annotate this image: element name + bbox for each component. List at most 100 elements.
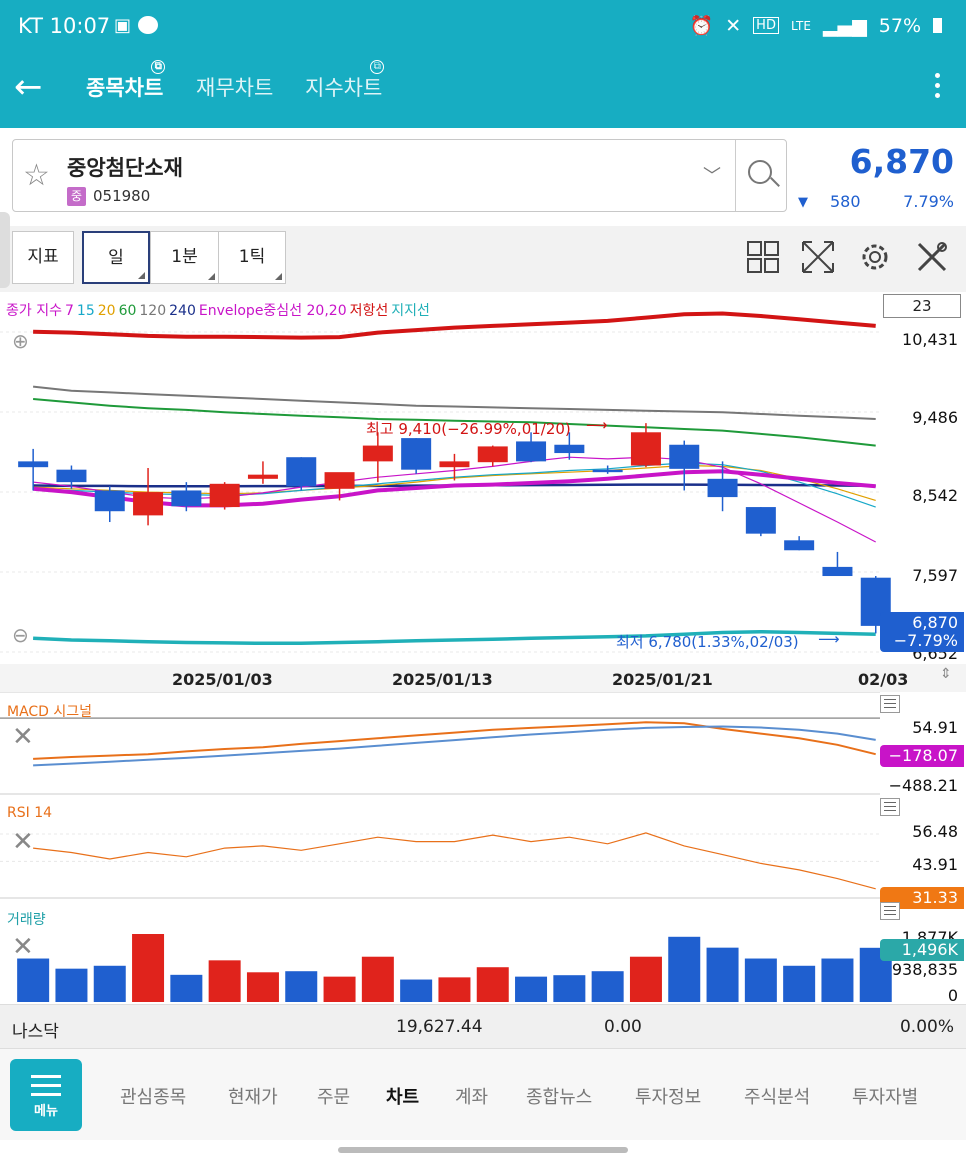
period-day-button[interactable]: 일 — [82, 231, 150, 284]
chart-area[interactable]: 종가 지수 7 15 20 60 120 240 Envelope중심선 20,20 저항선 지지… — [0, 292, 966, 1005]
last-price-label: 6,870 — [912, 613, 958, 632]
volume-bar — [170, 974, 203, 1002]
indicator-button[interactable]: 지표 — [12, 231, 74, 284]
hd-icon: HD — [753, 17, 779, 34]
gallery-icon: ▣ — [114, 15, 132, 36]
price-chart-svg[interactable] — [0, 292, 966, 1004]
nav-item[interactable]: 투자정보 — [635, 1083, 701, 1109]
nav-item[interactable]: 계좌 — [455, 1083, 488, 1109]
y-tick: 7,597 — [912, 566, 958, 585]
hamburger-icon — [31, 1075, 61, 1096]
nav-item[interactable]: 관심종목 — [120, 1083, 186, 1109]
volume-bar — [93, 965, 126, 1002]
close-icon[interactable]: ✕ — [12, 932, 34, 962]
zoom-out-icon[interactable]: ⊖ — [12, 623, 29, 647]
tab-label: 종목차트 — [86, 76, 164, 100]
settings-gear-icon[interactable] — [858, 240, 892, 274]
y-tick: 43.91 — [912, 855, 958, 874]
period-label: 일 — [108, 248, 124, 268]
chart-toolbar: 지표 일 1분 1틱 — [0, 212, 966, 292]
down-triangle-icon: ▼ — [798, 195, 808, 210]
copy-icon: ⧉ — [151, 60, 166, 74]
market-badge: 중 — [67, 187, 86, 206]
candle-body — [171, 490, 202, 507]
candle-body — [592, 469, 623, 473]
copy-icon: ⧉ — [370, 60, 385, 74]
close-icon[interactable]: ✕ — [12, 722, 34, 752]
volume-bar — [591, 971, 624, 1002]
y-tick: 8,542 — [912, 486, 958, 505]
candle-body — [56, 469, 87, 483]
candle-body — [324, 472, 355, 489]
y-tick: 54.91 — [912, 718, 958, 737]
nav-item[interactable]: 종합뉴스 — [526, 1083, 592, 1109]
app-header: ← 종목차트 ⧉ 재무차트 지수차트 ⧉ — [0, 56, 966, 128]
zoom-in-icon[interactable]: ⊕ — [12, 329, 29, 353]
nav-item[interactable]: 차트 — [386, 1083, 419, 1109]
period-tick-button[interactable]: 1틱 — [218, 231, 286, 284]
volume-title: 거래량 — [7, 912, 46, 928]
close-icon[interactable]: ✕ — [12, 827, 34, 857]
y-tick: 0 — [947, 986, 958, 1005]
menu-button[interactable]: 메뉴 — [10, 1059, 82, 1131]
tools-icon[interactable] — [915, 240, 949, 274]
layout-grid-icon[interactable] — [746, 240, 780, 274]
mute-icon: ✕ — [725, 14, 742, 37]
x-tick: 2025/01/21 — [612, 670, 713, 689]
battery-percent: 57% — [878, 14, 921, 37]
x-tick: 2025/01/13 — [392, 670, 493, 689]
y-tick: 938,835 — [891, 960, 958, 979]
macd-last-label: −178.07 — [880, 745, 964, 767]
macd-title: MACD 시그널 — [7, 704, 93, 720]
nav-item[interactable]: 주식분석 — [744, 1083, 810, 1109]
panel-menu-icon[interactable] — [880, 902, 900, 920]
search-icon[interactable] — [735, 140, 787, 211]
scroll-updown-icon[interactable]: ⇕ — [940, 666, 952, 682]
current-price: 6,870 — [849, 142, 954, 181]
tab-index-chart[interactable]: 지수차트 ⧉ — [305, 60, 385, 102]
candle-body — [745, 507, 776, 534]
y-tick: 56.48 — [912, 822, 958, 841]
app-screen: KT 10:07 ▣ ⏰ ✕ HD LTE ▂▄▆ 57% ← 종목차트 ⧉ 재… — [0, 0, 966, 1160]
volume-bar — [629, 956, 662, 1002]
volume-bar — [706, 947, 739, 1002]
candle-body — [669, 444, 700, 469]
volume-bar — [285, 971, 318, 1002]
back-arrow-icon[interactable]: ← — [14, 68, 54, 108]
series-line-ma120 — [32, 385, 876, 420]
stock-search-box[interactable]: ☆ 중앙첨단소재 중 051980 ﹀ — [12, 139, 787, 212]
candle-body — [286, 457, 317, 487]
volume-bar — [400, 979, 433, 1002]
volume-bar — [744, 958, 777, 1002]
candle-body — [94, 490, 125, 512]
fullscreen-icon[interactable] — [801, 240, 835, 274]
nav-item[interactable]: 투자자별 — [852, 1083, 918, 1109]
tab-label: 재무차트 — [196, 76, 274, 100]
minute-label: 1분 — [171, 247, 198, 267]
tab-stock-chart[interactable]: 종목차트 ⧉ — [86, 60, 166, 102]
series-line-resistance — [33, 311, 876, 340]
tick-label: 1틱 — [238, 247, 266, 267]
period-minute-button[interactable]: 1분 — [150, 231, 218, 284]
price-change-percent: 7.79% — [903, 192, 954, 211]
more-menu-icon[interactable] — [922, 68, 952, 112]
nav-item[interactable]: 주문 — [317, 1083, 350, 1109]
volume-bar — [553, 975, 586, 1002]
low-annotation: 최저 6,780(1.33%,02/03) — [616, 633, 799, 651]
nav-item[interactable]: 현재가 — [228, 1083, 278, 1109]
home-indicator[interactable] — [338, 1147, 628, 1153]
chevron-down-icon[interactable]: ﹀ — [703, 162, 721, 188]
price-change: 580 — [830, 192, 861, 211]
network-label: LTE — [790, 18, 811, 33]
tab-financial-chart[interactable]: 재무차트 — [196, 72, 273, 102]
alarm-icon: ⏰ — [689, 15, 714, 37]
index-ticker-row[interactable]: 나스닥 19,627.44 0.00 0.00% — [0, 1004, 966, 1048]
panel-menu-icon[interactable] — [880, 798, 900, 816]
index-name: 나스닥 — [12, 1022, 59, 1042]
side-drawer-handle[interactable] — [0, 212, 10, 288]
index-change: 0.00 — [604, 1017, 642, 1037]
candle-body — [822, 566, 853, 577]
candle-body — [516, 441, 547, 462]
favorite-star-icon[interactable]: ☆ — [23, 158, 50, 193]
panel-menu-icon[interactable] — [880, 695, 900, 713]
